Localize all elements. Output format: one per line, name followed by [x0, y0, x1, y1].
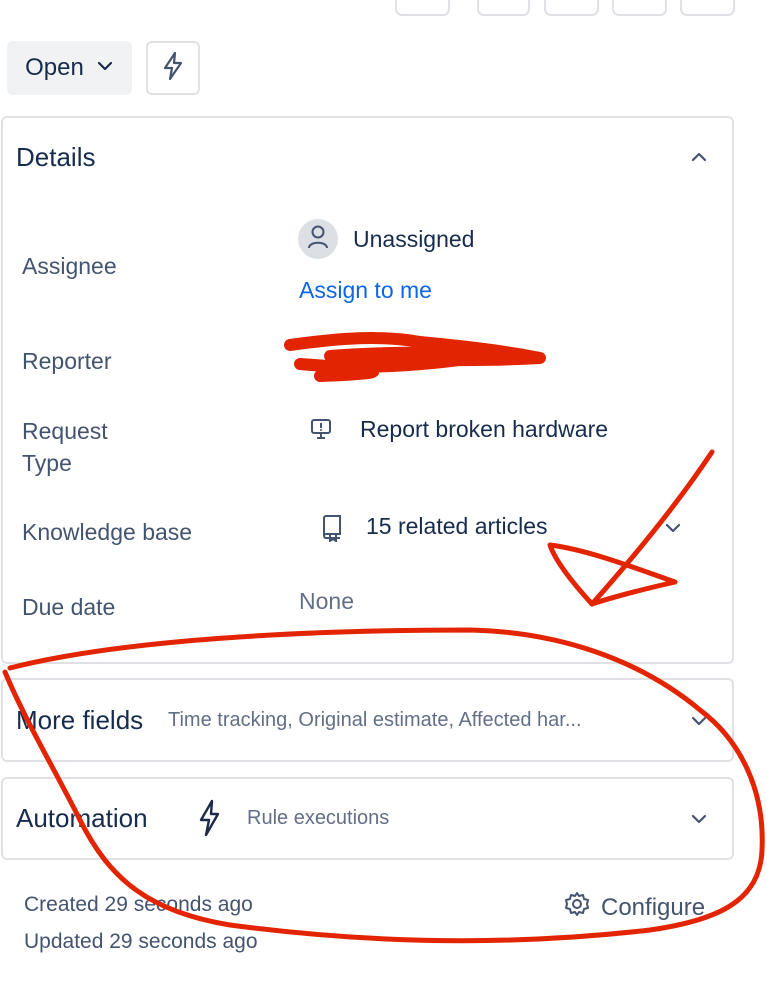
status-label: Open — [25, 54, 84, 81]
gear-icon — [563, 890, 591, 925]
toolbar-button-5[interactable] — [680, 0, 735, 16]
due-date-label: Due date — [22, 594, 116, 620]
automation-subtitle: Rule executions — [247, 807, 390, 829]
user-icon — [306, 224, 330, 255]
toolbar-button-3[interactable] — [544, 0, 599, 16]
avatar — [298, 219, 338, 259]
toolbar-button-4[interactable] — [612, 0, 667, 16]
chevron-down-icon[interactable] — [688, 710, 710, 732]
reporter-label: Reporter — [22, 348, 112, 374]
toolbar-button-2[interactable] — [477, 0, 530, 16]
chevron-down-icon[interactable] — [662, 517, 684, 539]
created-timestamp: Created 29 seconds ago — [24, 893, 253, 916]
more-fields-title: More fields — [16, 705, 144, 735]
knowledge-base-value[interactable]: 15 related articles — [366, 513, 548, 540]
assignee-value[interactable]: Unassigned — [353, 226, 474, 253]
knowledge-base-label: Knowledge base — [22, 519, 193, 545]
configure-button[interactable]: Configure — [563, 890, 705, 925]
chevron-up-icon[interactable] — [688, 146, 710, 168]
monitor-icon — [309, 417, 333, 446]
details-title: Details — [16, 142, 96, 172]
due-date-value[interactable]: None — [299, 588, 354, 615]
lightning-icon — [160, 51, 186, 86]
updated-timestamp: Updated 29 seconds ago — [24, 930, 258, 953]
automation-title: Automation — [16, 803, 148, 833]
book-icon — [320, 514, 344, 547]
chevron-down-icon[interactable] — [688, 808, 710, 830]
request-type-label: Request Type — [22, 418, 108, 476]
toolbar-button-1[interactable] — [395, 0, 450, 16]
automation-button[interactable] — [146, 41, 200, 95]
lightning-icon — [196, 799, 222, 842]
status-dropdown-button[interactable]: Open — [7, 41, 132, 95]
details-panel — [1, 116, 734, 664]
request-type-value[interactable]: Report broken hardware — [360, 416, 608, 443]
chevron-down-icon — [96, 54, 114, 82]
assign-to-me-link[interactable]: Assign to me — [299, 277, 432, 304]
configure-label: Configure — [601, 893, 706, 921]
assignee-label: Assignee — [22, 253, 117, 279]
more-fields-summary: Time tracking, Original estimate, Affect… — [168, 709, 582, 731]
